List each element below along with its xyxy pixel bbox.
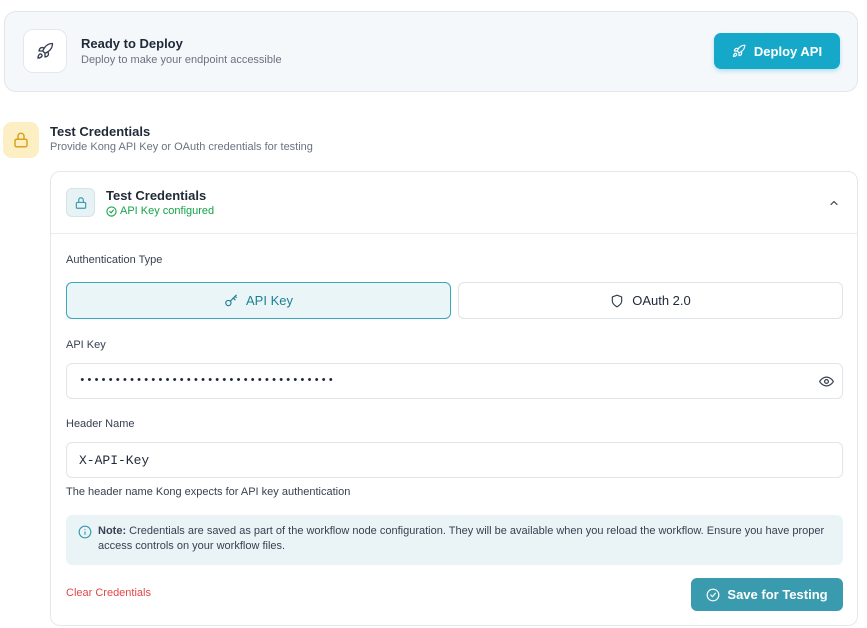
deploy-subtitle: Deploy to make your endpoint accessible [81,54,282,66]
credentials-card: Test Credentials API Key configured Auth… [50,171,858,626]
status-badge: API Key configured [106,205,214,217]
api-key-input[interactable] [66,363,843,399]
header-name-label: Header Name [66,418,135,430]
section-title: Test Credentials [50,124,151,139]
info-icon [78,525,92,539]
auth-option-label: API Key [246,293,293,308]
rocket-icon [23,29,67,73]
rocket-icon [732,44,746,58]
auth-option-api-key[interactable]: API Key [66,282,451,319]
check-circle-icon [706,588,720,601]
status-text: API Key configured [120,205,215,217]
save-button-label: Save for Testing [727,587,828,602]
note-prefix: Note: [98,525,127,537]
deploy-api-button[interactable]: Deploy API [714,33,840,69]
key-icon [225,294,237,306]
auth-option-oauth[interactable]: OAuth 2.0 [458,282,843,319]
deploy-title: Ready to Deploy [81,36,183,51]
auth-type-label: Authentication Type [66,254,163,266]
deploy-button-label: Deploy API [753,43,823,59]
card-title: Test Credentials [106,188,207,203]
lock-icon [66,188,95,217]
eye-icon[interactable] [817,372,835,390]
shield-icon [611,294,623,307]
auth-option-label: OAuth 2.0 [632,293,691,308]
clear-credentials-button[interactable]: Clear Credentials [66,587,151,599]
chevron-up-icon[interactable] [825,194,843,212]
api-key-label: API Key [66,339,106,351]
header-name-input[interactable] [66,442,843,478]
deploy-banner: Ready to Deploy Deploy to make your endp… [4,11,858,92]
check-circle-icon [106,205,117,217]
note-text: Note: Credentials are saved as part of t… [98,524,838,554]
lock-icon [3,122,39,158]
header-name-helper: The header name Kong expects for API key… [66,486,351,498]
credentials-card-header[interactable]: Test Credentials API Key configured [51,172,857,234]
save-for-testing-button[interactable]: Save for Testing [691,578,843,611]
note-callout: Note: Credentials are saved as part of t… [66,515,843,565]
section-subtitle: Provide Kong API Key or OAuth credential… [50,141,313,153]
note-body: Credentials are saved as part of the wor… [98,525,825,552]
